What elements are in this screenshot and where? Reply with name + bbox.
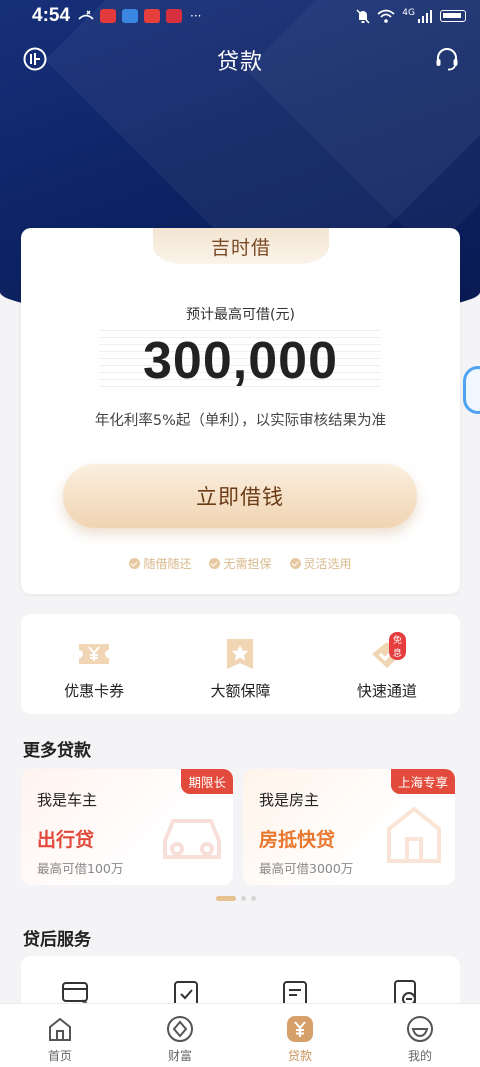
- home-owner-loan-tile[interactable]: 上海专享 我是房主 房抵快贷 最高可借3000万: [243, 769, 455, 885]
- yuan-icon: [287, 1016, 313, 1042]
- profile-icon: [407, 1016, 433, 1042]
- system-icons: 4G: [356, 8, 466, 24]
- interest-free-badge: 免息: [388, 632, 406, 660]
- tab-profile[interactable]: 我的: [360, 1004, 480, 1067]
- status-bar: 4:54 ··· 4G: [0, 0, 480, 32]
- quick-links-card: 优惠卡券 大额保障 免息 快速通道: [21, 614, 460, 714]
- check-icon: [129, 558, 141, 569]
- feature-item: 随借随还: [129, 555, 191, 572]
- tab-label: 首页: [47, 1049, 72, 1063]
- signal-icon: [418, 10, 432, 23]
- feature-item: 灵活选用: [289, 555, 352, 572]
- feature-list: 随借随还 无需担保 灵活选用: [21, 555, 460, 572]
- tab-label: 贷款: [287, 1049, 312, 1063]
- tile-limit: 最高可借100万: [37, 861, 124, 876]
- notification-icons: ···: [78, 9, 201, 23]
- battery-icon: [440, 10, 466, 22]
- app-notification-icon: [122, 9, 139, 23]
- loan-offer-card: 吉时借 预计最高可借(元) 300,000 年化利率5%起（单利），以实际审核结…: [21, 228, 460, 594]
- amount-caption: 预计最高可借(元): [186, 307, 295, 323]
- app-notification-icon: [100, 9, 117, 23]
- tile-product-name: 出行贷: [37, 829, 95, 851]
- borrow-now-button[interactable]: 立即借钱: [63, 464, 417, 528]
- interest-rate-note: 年化利率5%起（单利），以实际审核结果为准: [94, 413, 387, 429]
- app-notification-icon: [144, 9, 161, 23]
- floating-assistant-button[interactable]: [463, 366, 480, 414]
- mute-bell-icon: [356, 8, 370, 24]
- quick-link-label: 大额保障: [210, 682, 271, 700]
- network-type: 4G: [402, 8, 415, 18]
- tile-audience: 我是房主: [259, 791, 320, 809]
- tab-label: 财富: [167, 1049, 192, 1063]
- tab-home[interactable]: 首页: [0, 1004, 120, 1067]
- house-icon: [387, 806, 441, 863]
- tile-audience: 我是车主: [37, 791, 98, 809]
- quick-link-fast-channel[interactable]: 免息 快速通道: [314, 614, 460, 714]
- check-icon: [289, 558, 301, 569]
- more-loans-title: 更多贷款: [23, 741, 91, 761]
- bottom-tab-bar: 首页 财富 贷款 我的: [0, 1003, 480, 1067]
- tab-label: 我的: [407, 1049, 432, 1063]
- check-icon: [209, 558, 221, 569]
- tab-loan[interactable]: 贷款: [240, 1004, 360, 1067]
- quick-link-coupons[interactable]: 优惠卡券: [21, 614, 167, 714]
- more-notifications: ···: [190, 9, 202, 23]
- page-title: 贷款: [216, 50, 263, 75]
- home-icon: [49, 1017, 71, 1041]
- quick-link-label: 优惠卡券: [64, 682, 125, 700]
- carousel-dot-active: [216, 896, 236, 901]
- fast-channel-icon-wrap: 免息: [369, 632, 406, 672]
- customer-service-icon[interactable]: [434, 46, 460, 72]
- feature-item: 无需担保: [209, 555, 272, 572]
- max-loan-amount: 300,000: [143, 332, 338, 390]
- logo-icon[interactable]: [22, 46, 48, 72]
- tile-limit: 最高可借3000万: [259, 861, 354, 876]
- coupon-icon: [79, 644, 110, 664]
- car-owner-loan-tile[interactable]: 期限长 我是车主 出行贷 最高可借100万: [21, 769, 233, 885]
- nav-bar: 贷款: [0, 38, 480, 82]
- star-shield-icon: [227, 639, 254, 669]
- quick-link-protection[interactable]: 大额保障: [167, 614, 313, 714]
- term-long-badge: 期限长: [181, 769, 233, 794]
- missed-call-icon: [78, 10, 94, 20]
- status-time: 4:54: [32, 5, 71, 26]
- tab-wealth[interactable]: 财富: [120, 1004, 240, 1067]
- wifi-icon: [377, 9, 395, 23]
- shanghai-exclusive-badge: 上海专享: [390, 769, 455, 794]
- after-loan-title: 贷后服务: [23, 930, 91, 950]
- carousel-dot: [251, 896, 256, 901]
- quick-link-label: 快速通道: [356, 682, 417, 700]
- carousel-dot: [241, 896, 246, 901]
- wealth-icon: [167, 1016, 193, 1042]
- app-notification-icon: [166, 9, 183, 23]
- car-icon: [163, 819, 221, 859]
- product-tab: 吉时借: [153, 228, 329, 264]
- tile-product-name: 房抵快贷: [259, 829, 336, 851]
- carousel-indicator: [216, 896, 256, 901]
